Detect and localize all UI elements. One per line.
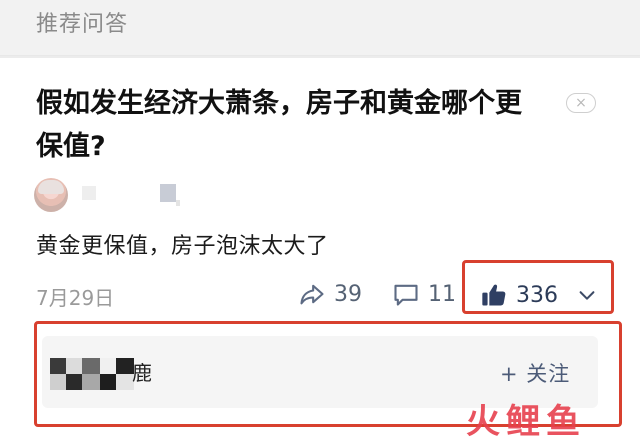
chevron-down-icon[interactable] [576,284,598,306]
comment-button[interactable]: 11 [392,280,456,308]
dismiss-button[interactable]: × [566,93,596,113]
section-header: 推荐问答 [0,0,640,56]
follow-author-name[interactable]: 鹿 [132,357,152,386]
author-badge-redacted [160,184,176,202]
close-icon: × [575,95,587,111]
share-icon [300,284,324,305]
question-title-line1: 假如发生经济大萧条，房子和黄金哪个更 [36,88,522,119]
divider [0,56,640,58]
follow-button[interactable]: + 关注 [500,358,570,388]
avatar[interactable] [34,178,68,212]
answer-text[interactable]: 黄金更保值，房子泡沫太大了 [36,228,329,260]
question-title[interactable]: 假如发生经济大萧条，房子和黄金哪个更 保值? [36,82,546,168]
comment-icon [394,284,418,306]
question-title-line2: 保值? [36,131,106,162]
watermark-logo: 火鲤鱼 [466,402,586,437]
author-badge-redacted-detail [176,200,180,206]
thumbs-up-icon [482,284,506,306]
section-title: 推荐问答 [36,12,129,37]
share-count: 39 [334,281,362,307]
share-button[interactable]: 39 [298,280,362,308]
comment-count: 11 [428,281,456,307]
answer-date: 7月29日 [36,286,115,310]
author-name-mosaic [50,358,138,390]
like-count: 336 [516,282,558,308]
like-button[interactable]: 336 [480,281,558,309]
author-name-redacted [82,186,96,200]
